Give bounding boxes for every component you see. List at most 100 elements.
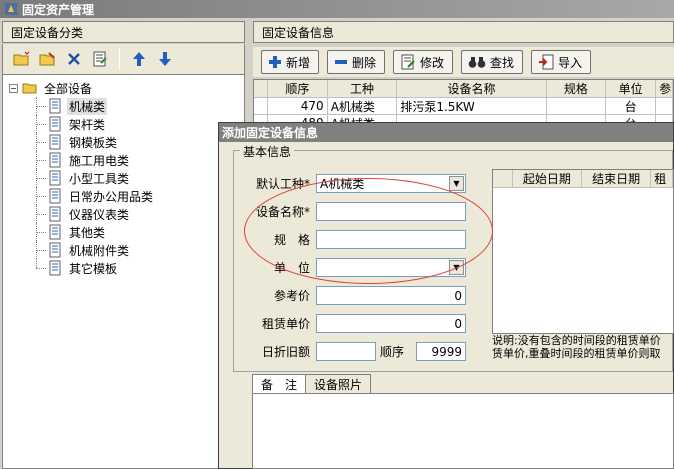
open-folder-icon[interactable] (11, 48, 33, 70)
unit-select[interactable]: ▼ (316, 258, 466, 277)
document-icon (49, 188, 61, 204)
column-header[interactable]: 结束日期 (582, 170, 652, 187)
import-button[interactable]: 导入 (531, 50, 592, 74)
edit-button-label: 修改 (420, 55, 445, 70)
dialog-titlebar: 添加固定设备信息 (219, 123, 673, 142)
dialog-tabs: 备 注 设备照片 (252, 374, 372, 394)
toolbar-separator (119, 48, 120, 70)
rent-note: 说明:没有包含的时间段的租赁单价 赁单价,重叠时间段的租赁单价则取 (492, 334, 674, 360)
arrow-down-icon[interactable] (154, 48, 176, 70)
group-title: 基本信息 (240, 143, 295, 160)
column-header[interactable]: 租 (651, 170, 674, 187)
tree-item-label: 小型工具类 (69, 171, 130, 186)
tree-item-label: 仪器仪表类 (69, 207, 130, 222)
document-icon (49, 116, 61, 132)
edit-button[interactable]: 修改 (393, 50, 454, 74)
tree-item-machinery[interactable]: 机械类 (3, 97, 244, 115)
order-label: 顺序 (380, 345, 405, 359)
table-cell (656, 98, 674, 114)
row-indicator (254, 98, 268, 114)
tree-item-label: 钢模板类 (69, 135, 118, 150)
minus-icon (335, 60, 348, 64)
rent-price-input[interactable]: 0 (316, 314, 466, 333)
document-icon (49, 152, 61, 168)
tree-item-office-supplies[interactable]: 日常办公用品类 (3, 187, 244, 205)
collapse-icon[interactable]: − (9, 83, 18, 93)
table-cell: 排污泵1.5KW (397, 98, 547, 114)
dropdown-arrow-icon[interactable]: ▼ (449, 260, 464, 275)
dialog-title: 添加固定设备信息 (222, 126, 319, 140)
tree-item-label: 架杆类 (69, 117, 106, 132)
properties-icon[interactable] (89, 48, 111, 70)
tree-item-label: 日常办公用品类 (69, 189, 154, 204)
column-header[interactable]: 设备名称 (397, 80, 547, 97)
spec-label: 规 格 (273, 233, 310, 247)
document-icon (49, 260, 61, 276)
remarks-textarea[interactable] (252, 393, 674, 469)
ref-price-row: 参考价 0 (238, 286, 466, 305)
depreciation-label: 日折旧额 (261, 345, 310, 359)
column-header[interactable]: 单位 (606, 80, 657, 97)
dropdown-arrow-icon[interactable]: ▼ (449, 176, 464, 191)
table-row[interactable]: 470 A机械类 排污泵1.5KW 台 (254, 98, 674, 115)
tree-item-label: 机械类 (67, 97, 108, 115)
tree-root-label: 全部设备 (44, 81, 93, 96)
window-titlebar: 固定资产管理 (0, 0, 674, 18)
column-header[interactable]: 起始日期 (513, 170, 583, 187)
right-panel-title: 固定设备信息 (262, 25, 335, 40)
delete-icon[interactable] (63, 48, 85, 70)
row-indicator-header (493, 170, 513, 187)
tree-item-machine-accessories[interactable]: 机械附件类 (3, 241, 244, 259)
category-tree: − 全部设备 机械类 架杆类 钢模板类 施工用电类 小型工具类 日常办公用品类 … (2, 74, 245, 469)
right-toolbar: 新增 删除 修改 查找 导入 (253, 47, 674, 77)
equipment-table: 顺序 工种 设备名称 规格 单位 参 470 A机械类 排污泵1.5KW 台 4… (253, 79, 674, 132)
rent-period-table: 起始日期 结束日期 租 (492, 169, 674, 334)
tree-item-electric[interactable]: 施工用电类 (3, 151, 244, 169)
arrow-up-icon[interactable] (128, 48, 150, 70)
work-type-select[interactable]: A机械类 ▼ (316, 174, 466, 193)
spec-input[interactable] (316, 230, 466, 249)
column-header[interactable]: 规格 (547, 80, 607, 97)
tree-item-scaffold[interactable]: 架杆类 (3, 115, 244, 133)
column-header[interactable]: 参 (656, 80, 674, 97)
ref-price-label: 参考价 (273, 289, 310, 303)
rent-price-row: 租赁单价 0 (238, 314, 466, 333)
edit-icon (401, 54, 415, 70)
ref-price-input[interactable]: 0 (316, 286, 466, 305)
document-icon (49, 98, 61, 114)
document-icon (49, 206, 61, 222)
tree-item-other[interactable]: 其他类 (3, 223, 244, 241)
tree-item-other-formwork[interactable]: 其它模板 (3, 259, 244, 277)
work-type-value: A机械类 (320, 177, 365, 191)
note-line: 说明:没有包含的时间段的租赁单价 (492, 334, 661, 347)
document-icon (49, 242, 61, 258)
tree-item-instruments[interactable]: 仪器仪表类 (3, 205, 244, 223)
import-icon (539, 54, 554, 70)
tree-item-small-tools[interactable]: 小型工具类 (3, 169, 244, 187)
right-panel-header: 固定设备信息 (253, 21, 674, 43)
edit-folder-icon[interactable] (37, 48, 59, 70)
tab-remarks[interactable]: 备 注 (252, 374, 307, 394)
tree-item-steel-formwork[interactable]: 钢模板类 (3, 133, 244, 151)
depreciation-input[interactable] (316, 342, 376, 361)
search-button[interactable]: 查找 (461, 50, 524, 74)
tree-root[interactable]: − 全部设备 (3, 79, 244, 97)
search-button-label: 查找 (490, 55, 515, 70)
work-type-label: 默认工种* (255, 177, 310, 191)
add-button[interactable]: 新增 (261, 50, 320, 74)
add-button-label: 新增 (286, 55, 311, 70)
left-panel-title: 固定设备分类 (11, 25, 84, 40)
name-label: 设备名称* (255, 205, 310, 219)
table-header-row: 顺序 工种 设备名称 规格 单位 参 (254, 80, 674, 98)
tab-equipment-photo[interactable]: 设备照片 (305, 374, 372, 393)
unit-label: 单 位 (273, 261, 310, 275)
delete-button[interactable]: 删除 (327, 50, 386, 74)
column-header[interactable]: 工种 (328, 80, 398, 97)
tree-item-label: 施工用电类 (69, 153, 130, 168)
name-input[interactable] (316, 202, 466, 221)
spec-row: 规 格 (238, 230, 466, 249)
document-icon (49, 170, 61, 186)
table-cell: A机械类 (328, 98, 398, 114)
column-header[interactable]: 顺序 (268, 80, 328, 97)
order-input[interactable]: 9999 (416, 342, 466, 361)
